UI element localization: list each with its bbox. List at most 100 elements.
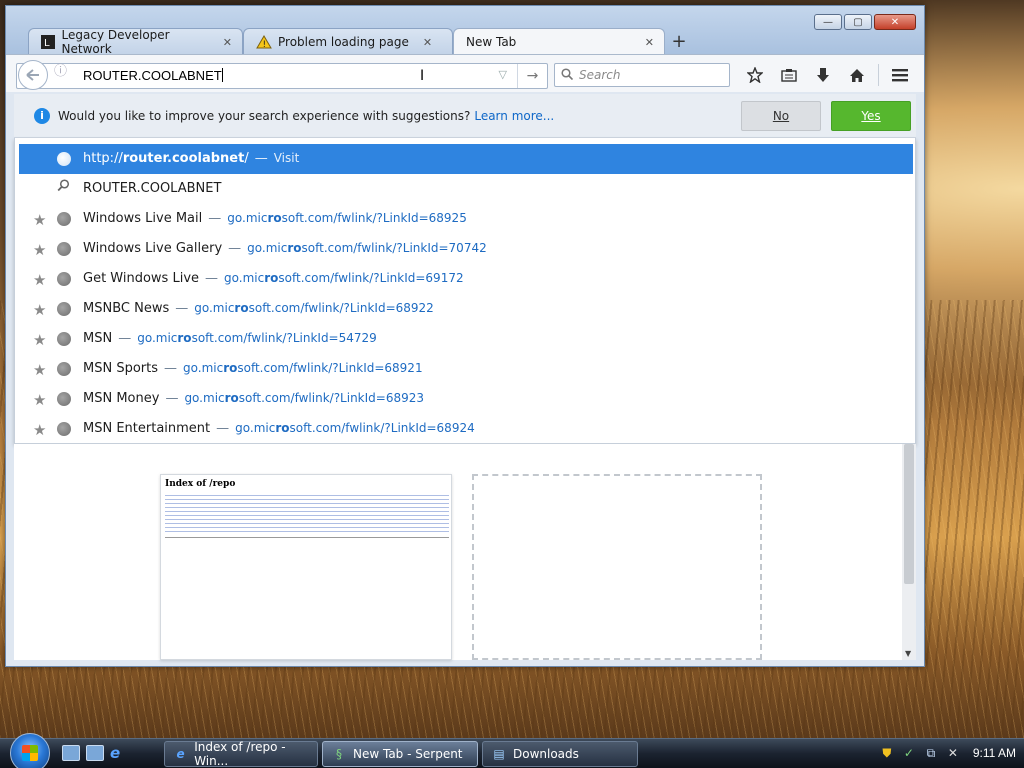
url-bar[interactable]: ROUTER.COOLABNET ▽ →	[16, 63, 548, 89]
taskbar-item-label: New Tab - Serpent	[353, 747, 463, 761]
suggestion-url: go.microsoft.com/fwlink/?LinkId=54729	[137, 331, 377, 345]
suggestion-visit-row[interactable]: http://router.coolabnet/— Visit	[19, 144, 913, 174]
search-suggestions-notification: i Would you like to improve your search …	[14, 94, 916, 138]
new-tab-button[interactable]: +	[665, 28, 693, 55]
suggestion-url: go.microsoft.com/fwlink/?LinkId=70742	[247, 241, 487, 255]
suggestion-text: MSN Sports — go.microsoft.com/fwlink/?Link…	[83, 361, 423, 376]
scroll-down-arrow-icon[interactable]: ▼	[905, 649, 911, 658]
globe-icon	[57, 422, 71, 436]
svg-text:!: !	[263, 40, 267, 49]
bookmark-suggestion-row[interactable]: ★ MSN Money — go.microsoft.com/fwlink/?Link…	[19, 384, 913, 414]
tab-label: New Tab	[466, 35, 517, 49]
site-info-icon[interactable]: ⓘ	[54, 60, 67, 79]
bookmark-star-icon[interactable]	[738, 63, 772, 87]
suggestion-title: Get Windows Live	[83, 271, 200, 286]
bookmark-suggestion-row[interactable]: ★ Get Windows Live — go.microsoft.com/fwlin…	[19, 264, 913, 294]
taskbar-item-label: Downloads	[513, 747, 579, 761]
close-window-button[interactable]: ✕	[874, 14, 916, 30]
yes-button[interactable]: Yes	[831, 101, 911, 131]
suggestion-text: MSN — go.microsoft.com/fwlink/?LinkId=5472…	[83, 331, 377, 346]
thumbnail-title: Index of /repo	[165, 479, 236, 489]
reading-list-icon[interactable]	[772, 63, 806, 87]
taskbar-item-index-of-repo[interactable]: e Index of /repo - Win...	[164, 740, 318, 768]
globe-icon	[57, 332, 71, 346]
suggestion-title: MSN Money	[83, 391, 160, 406]
scrollbar-thumb[interactable]	[904, 444, 914, 584]
tab-problem-loading-page[interactable]: ! Problem loading page ✕	[243, 28, 453, 55]
search-icon	[57, 179, 70, 196]
history-dropdown-icon[interactable]: ▽	[499, 68, 507, 81]
globe-icon	[57, 392, 71, 406]
top-site-thumbnail[interactable]: Index of /repo	[160, 474, 452, 660]
search-icon	[561, 67, 574, 83]
separator-dash: —	[175, 301, 189, 316]
globe-icon	[57, 242, 71, 256]
download-icon[interactable]	[806, 63, 840, 87]
tab-new-tab[interactable]: New Tab ✕	[453, 28, 665, 55]
tab-strip: L Legacy Developer Network ✕ ! Problem l…	[28, 28, 693, 56]
taskbar-item-downloads[interactable]: ▤ Downloads	[482, 741, 638, 767]
separator-dash: —	[228, 241, 242, 256]
navigation-toolbar: ROUTER.COOLABNET ▽ → ⓘ Search	[6, 54, 924, 92]
window-controls: — ▢ ✕	[812, 14, 916, 30]
suggestion-title: MSN	[83, 331, 113, 346]
notification-message: Would you like to improve your search ex…	[58, 108, 471, 123]
clock[interactable]: 9:11 AM	[973, 746, 1016, 760]
separator-dash: —	[165, 391, 179, 406]
shield-icon[interactable]: ⛊	[879, 745, 895, 761]
search-box[interactable]: Search	[554, 63, 730, 87]
back-button[interactable]	[18, 60, 48, 90]
url-input[interactable]: ROUTER.COOLABNET	[83, 68, 223, 83]
bookmark-star-icon: ★	[33, 241, 47, 259]
warning-icon: !	[256, 34, 272, 50]
show-desktop-icon[interactable]	[62, 745, 80, 761]
go-arrow-icon[interactable]: →	[517, 64, 547, 88]
ie-icon[interactable]: e	[110, 745, 128, 761]
check-icon[interactable]: ✓	[901, 745, 917, 761]
toolbar-icons	[738, 63, 917, 87]
volume-muted-icon[interactable]: ✕	[945, 745, 961, 761]
close-tab-icon[interactable]: ✕	[423, 36, 432, 49]
title-bar: — ▢ ✕ L Legacy Developer Network ✕ ! Pro…	[6, 6, 924, 56]
serpent-icon: §	[336, 747, 342, 761]
menu-icon[interactable]	[883, 63, 917, 87]
suggestion-text: MSN Money — go.microsoft.com/fwlink/?LinkI…	[83, 391, 424, 406]
quick-launch: e	[62, 745, 134, 761]
bookmark-suggestion-row[interactable]: ★ Windows Live Gallery — go.microsoft.com/f…	[19, 234, 913, 264]
close-tab-icon[interactable]: ✕	[223, 36, 232, 49]
switch-windows-icon[interactable]	[86, 745, 104, 761]
thumbnail-rule	[165, 537, 449, 538]
ibeam-cursor-icon: I	[420, 68, 425, 84]
search-placeholder: Search	[579, 68, 621, 82]
network-icon[interactable]: ⧉	[923, 745, 939, 761]
bookmark-suggestion-row[interactable]: ★ MSN — go.microsoft.com/fwlink/?LinkId=547…	[19, 324, 913, 354]
suggestion-url: go.microsoft.com/fwlink/?LinkId=68921	[183, 361, 423, 375]
bookmark-star-icon: ★	[33, 301, 47, 319]
tab-legacy-developer-network[interactable]: L Legacy Developer Network ✕	[28, 28, 243, 56]
suggestion-text: Get Windows Live — go.microsoft.com/fwlink…	[83, 271, 464, 286]
suggestion-url: go.microsoft.com/fwlink/?LinkId=69172	[224, 271, 464, 285]
url-suggestions-dropdown: http://router.coolabnet/— Visit ROUTER.CO…	[14, 138, 916, 444]
maximize-button[interactable]: ▢	[844, 14, 872, 30]
ldn-logo-icon: L	[41, 34, 56, 50]
bookmark-suggestion-row[interactable]: ★ Windows Live Mail — go.microsoft.com/fwli…	[19, 204, 913, 234]
separator-dash: —	[216, 421, 230, 436]
thumbnail-preview-lines	[165, 495, 449, 535]
bookmark-star-icon: ★	[33, 271, 47, 289]
suggestion-search-row[interactable]: ROUTER.COOLABNET	[19, 174, 913, 204]
start-button[interactable]	[10, 733, 50, 768]
learn-more-link[interactable]: Learn more...	[474, 109, 554, 123]
bookmark-suggestion-row[interactable]: ★ MSN Sports — go.microsoft.com/fwlink/?Lin…	[19, 354, 913, 384]
home-icon[interactable]	[840, 63, 874, 87]
no-button[interactable]: No	[741, 101, 821, 131]
vertical-scrollbar[interactable]: ▼	[902, 444, 916, 660]
bookmark-suggestion-row[interactable]: ★ MSN Entertainment — go.microsoft.com/fwli…	[19, 414, 913, 444]
bookmark-star-icon: ★	[33, 331, 47, 349]
taskbar-item-new-tab-serpent[interactable]: § New Tab - Serpent	[322, 741, 478, 767]
minimize-button[interactable]: —	[814, 14, 842, 30]
bookmark-suggestion-row[interactable]: ★ MSNBC News — go.microsoft.com/fwlink/?Lin…	[19, 294, 913, 324]
suggestion-title: MSN Sports	[83, 361, 158, 376]
suggestion-text: MSN Entertainment — go.microsoft.com/fwlin…	[83, 421, 475, 436]
globe-icon	[57, 212, 71, 226]
close-tab-icon[interactable]: ✕	[645, 36, 654, 49]
